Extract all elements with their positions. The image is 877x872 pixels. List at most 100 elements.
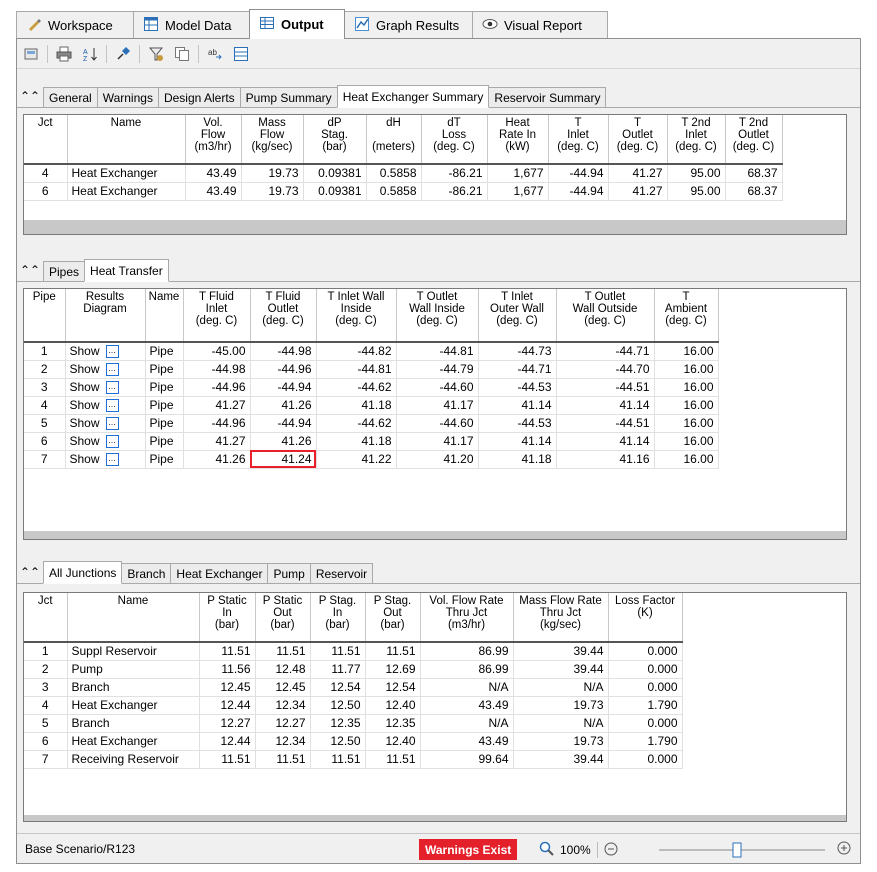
grid-icon	[143, 16, 159, 35]
tab-pump-summary[interactable]: Pump Summary	[239, 87, 338, 107]
table-row[interactable]: 7 Show... Pipe 41.26 41.24 41.22 41.20 41.18 41.…	[24, 450, 719, 469]
column-header[interactable]: Heat Rate In (kW)	[487, 115, 549, 165]
layout-icon[interactable]	[231, 44, 251, 64]
browse-button[interactable]: ...	[105, 416, 119, 430]
column-header[interactable]: Pipe	[24, 289, 66, 343]
table-row[interactable]: 4 Show... Pipe 41.27 41.26 41.18 41.17 41.14 41.…	[24, 396, 719, 415]
tab-heat-transfer[interactable]: Heat Transfer	[84, 259, 169, 282]
column-header[interactable]: Loss Factor (K)	[608, 593, 683, 643]
column-header[interactable]: dT Loss (deg. C)	[421, 115, 488, 165]
column-header[interactable]: T Outlet Wall Inside (deg. C)	[396, 289, 479, 343]
table-cell: 86.99	[420, 642, 514, 661]
tab-graph-results[interactable]: Graph Results	[344, 11, 473, 39]
table-row[interactable]: 1 Show... Pipe -45.00 -44.98 -44.82 -44.81 -44.…	[24, 342, 719, 361]
tab-general[interactable]: General	[43, 87, 98, 107]
tab-all-junctions[interactable]: All Junctions	[43, 561, 123, 584]
column-header[interactable]: P Stag. In (bar)	[310, 593, 366, 643]
tab-reservoir-summary[interactable]: Reservoir Summary	[488, 87, 607, 107]
column-header[interactable]: T Ambient (deg. C)	[654, 289, 719, 343]
collapse-icon[interactable]: ⌃⌃	[20, 561, 40, 583]
column-header[interactable]: T 2nd Outlet (deg. C)	[725, 115, 783, 165]
zoom-slider[interactable]	[657, 842, 827, 858]
column-header[interactable]: P Static In (bar)	[199, 593, 256, 643]
pin-icon[interactable]	[113, 44, 133, 64]
tab-branch[interactable]: Branch	[121, 563, 172, 583]
browse-button[interactable]: ...	[105, 398, 119, 412]
magnifier-icon[interactable]	[539, 841, 554, 859]
tab-pump[interactable]: Pump	[267, 563, 311, 583]
filter-icon[interactable]	[146, 44, 166, 64]
column-header[interactable]: T Inlet Outer Wall (deg. C)	[478, 289, 557, 343]
copy-icon[interactable]	[172, 44, 192, 64]
table-cell: 41.22	[316, 450, 397, 469]
table-row[interactable]: 2 Pump 11.56 12.48 11.77 12.69 86.99 39.44 0.000	[24, 660, 683, 679]
table-row[interactable]: 6 Show... Pipe 41.27 41.26 41.18 41.17 41.14 41.…	[24, 432, 719, 451]
tab-visual-report[interactable]: Visual Report	[472, 11, 608, 39]
table-row[interactable]: 3 Show... Pipe -44.96 -44.94 -44.62 -44.60 -44.…	[24, 378, 719, 397]
table-cell: -44.73	[478, 342, 557, 361]
table-row[interactable]: 2 Show... Pipe -44.98 -44.96 -44.81 -44.79 -44.…	[24, 360, 719, 379]
table-row[interactable]: 6 Heat Exchanger 43.49 19.73 0.09381 0.5858 -8…	[24, 182, 783, 201]
tab-pipes[interactable]: Pipes	[43, 261, 86, 281]
column-header[interactable]: Name	[67, 115, 186, 165]
pipe-name: Pipe	[145, 414, 184, 433]
table-cell: -44.53	[478, 378, 557, 397]
print-icon[interactable]	[54, 44, 74, 64]
column-header[interactable]: T Outlet (deg. C)	[608, 115, 668, 165]
column-header[interactable]: Name	[145, 289, 184, 343]
table-row[interactable]: 4 Heat Exchanger 43.49 19.73 0.09381 0.5858 -8…	[24, 164, 783, 183]
table-row[interactable]: 7 Receiving Reservoir 11.51 11.51 11.51 11.51…	[24, 750, 683, 769]
zoom-in-icon[interactable]	[837, 841, 851, 858]
general-subtabs: ⌃⌃ General Warnings Design Alerts Pump S…	[17, 84, 860, 108]
tab-design-alerts[interactable]: Design Alerts	[157, 87, 241, 107]
sort-icon[interactable]: AZ	[80, 44, 100, 64]
column-header[interactable]: dH (meters)	[366, 115, 422, 165]
browse-button[interactable]: ...	[105, 362, 119, 376]
column-header[interactable]: Results Diagram	[65, 289, 146, 343]
column-header[interactable]: Jct	[24, 593, 68, 643]
browse-button[interactable]: ...	[105, 344, 119, 358]
browse-button[interactable]: ...	[105, 380, 119, 394]
tab-output[interactable]: Output	[249, 9, 345, 39]
table-row[interactable]: 5 Show... Pipe -44.96 -44.94 -44.62 -44.60 -44.…	[24, 414, 719, 433]
column-header[interactable]: T Outlet Wall Outside (deg. C)	[556, 289, 655, 343]
zoom-out-icon[interactable]	[604, 842, 618, 859]
column-header[interactable]: P Stag. Out (bar)	[365, 593, 421, 643]
table-row[interactable]: 5 Branch 12.27 12.27 12.35 12.35 N/A N/A 0.000	[24, 714, 683, 733]
column-header[interactable]: T Fluid Inlet (deg. C)	[183, 289, 251, 343]
tab-heat-exchanger-summary[interactable]: Heat Exchanger Summary	[336, 85, 490, 108]
toolbar-divider	[106, 44, 107, 63]
column-header[interactable]: dP Stag. (bar)	[303, 115, 367, 165]
warnings-badge[interactable]: Warnings Exist	[419, 839, 518, 860]
browse-button[interactable]: ...	[105, 452, 119, 466]
column-header[interactable]: T Inlet Wall Inside (deg. C)	[316, 289, 397, 343]
hx-summary-table: Jct Name Vol. Flow (m3/hr) Mass Flow (kg/se…	[24, 115, 783, 201]
table-row[interactable]: 1 Suppl Reservoir 11.51 11.51 11.51 11.51 86.9…	[24, 642, 683, 661]
column-header[interactable]: Name	[67, 593, 200, 643]
tab-warnings[interactable]: Warnings	[96, 87, 159, 107]
column-header[interactable]: P Static Out (bar)	[255, 593, 311, 643]
column-header[interactable]: T 2nd Inlet (deg. C)	[667, 115, 726, 165]
collapse-icon[interactable]: ⌃⌃	[20, 85, 40, 107]
replace-icon[interactable]: ab	[205, 44, 225, 64]
show-label: Show	[69, 416, 100, 430]
tab-model-data[interactable]: Model Data	[133, 11, 250, 39]
browse-button[interactable]: ...	[105, 434, 119, 448]
tab-workspace[interactable]: Workspace	[16, 11, 134, 39]
table-row[interactable]: 6 Heat Exchanger 12.44 12.34 12.50 12.40 43.49…	[24, 732, 683, 751]
column-header[interactable]: Mass Flow (kg/sec)	[241, 115, 304, 165]
column-header[interactable]: Vol. Flow (m3/hr)	[185, 115, 242, 165]
collapse-icon[interactable]: ⌃⌃	[20, 259, 40, 281]
table-row[interactable]: 4 Heat Exchanger 12.44 12.34 12.50 12.40 43.49…	[24, 696, 683, 715]
column-header[interactable]: Mass Flow Rate Thru Jct (kg/sec)	[513, 593, 609, 643]
tab-reservoir[interactable]: Reservoir	[309, 563, 374, 583]
column-header[interactable]: T Inlet (deg. C)	[548, 115, 609, 165]
column-header[interactable]: Vol. Flow Rate Thru Jct (m3/hr)	[420, 593, 514, 643]
column-header[interactable]: T Fluid Outlet (deg. C)	[250, 289, 317, 343]
table-cell: 41.26	[183, 450, 251, 469]
table-row[interactable]: 3 Branch 12.45 12.45 12.54 12.54 N/A N/A 0.000	[24, 678, 683, 697]
zoom-slider-thumb[interactable]	[732, 842, 742, 858]
column-header[interactable]: Jct	[24, 115, 68, 165]
tab-heat-exchanger[interactable]: Heat Exchanger	[170, 563, 269, 583]
print-preview-icon[interactable]	[21, 44, 41, 64]
